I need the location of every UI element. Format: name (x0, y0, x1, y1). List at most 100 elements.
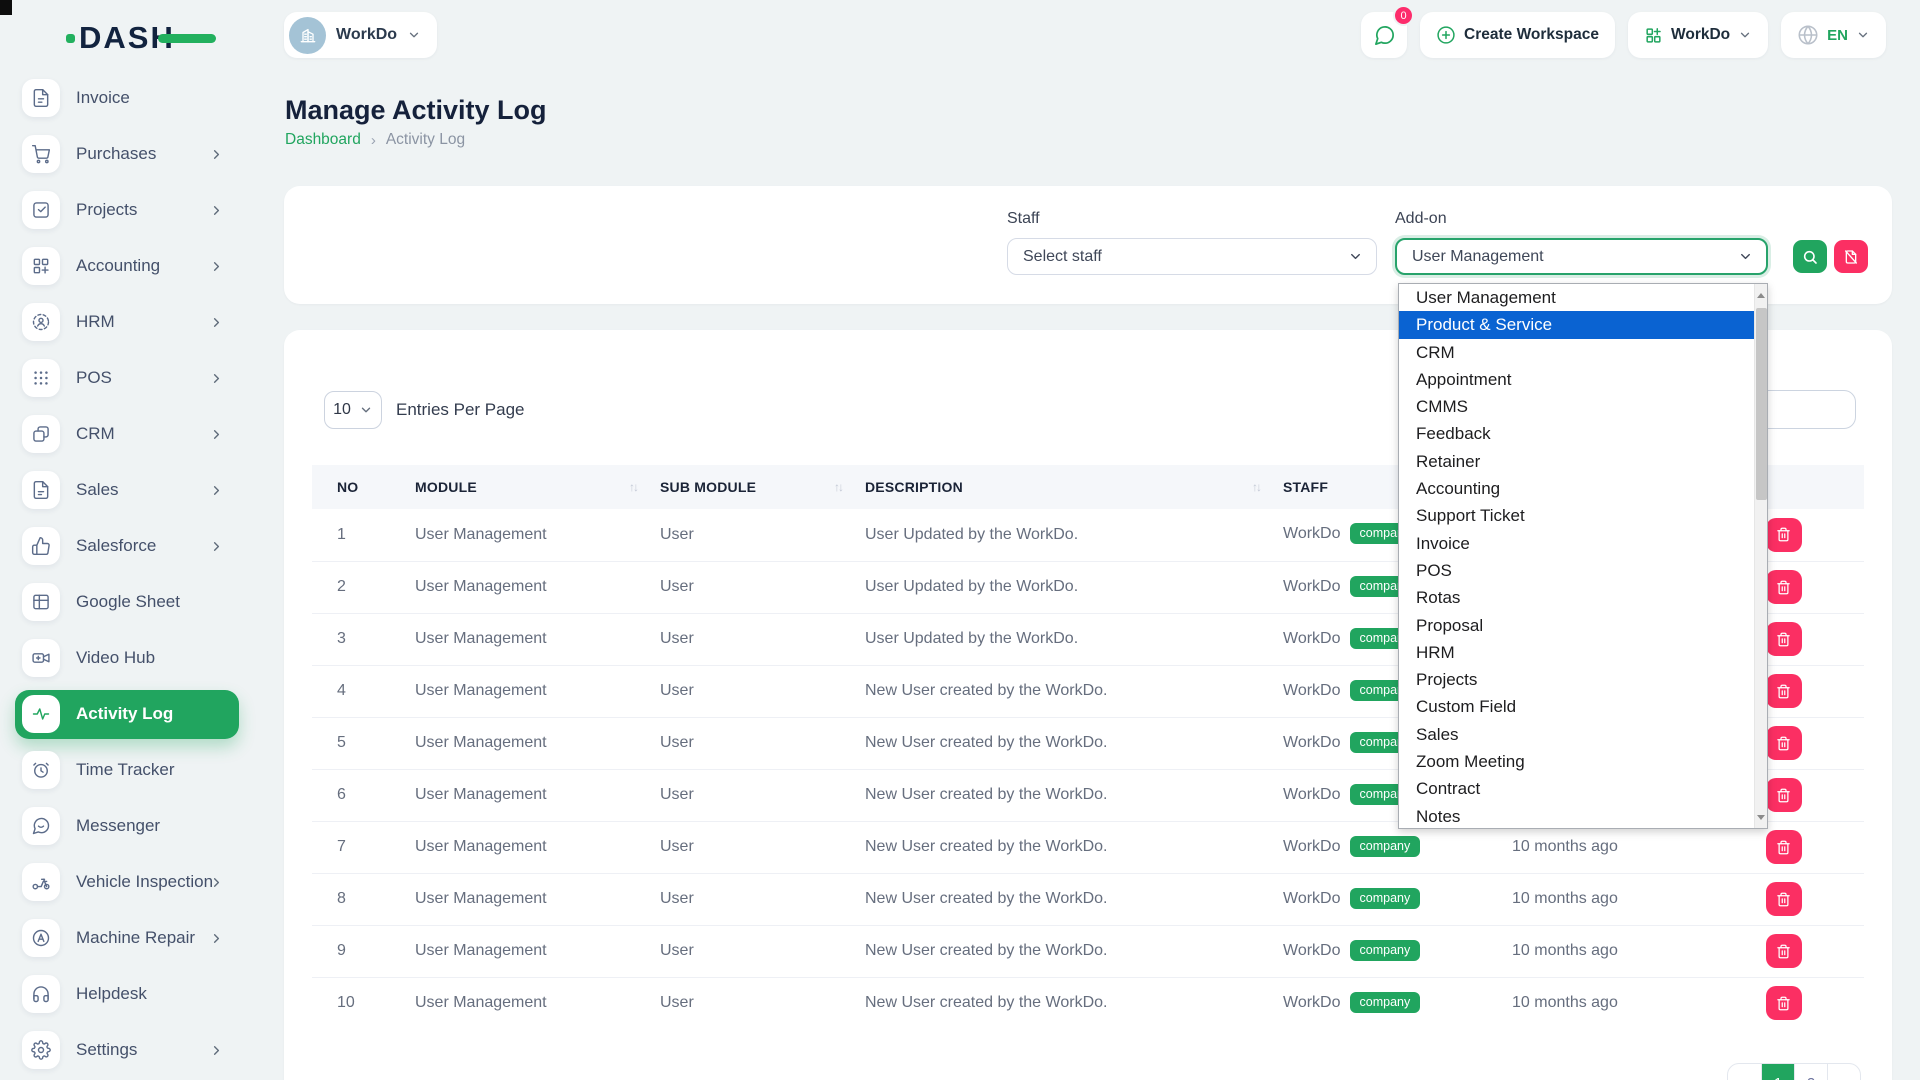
table-header-cell[interactable]: DESCRIPTION ↑↓ (862, 465, 1280, 509)
language-selector[interactable]: EN (1781, 12, 1886, 58)
sidebar-item[interactable]: Activity Log (0, 686, 240, 742)
trash-icon (1776, 996, 1791, 1011)
staff-select[interactable]: Select staff (1007, 238, 1377, 275)
sidebar-item[interactable]: Machine Repair (0, 910, 240, 966)
sort-icon[interactable]: ↑↓ (1252, 480, 1260, 494)
scroll-up-icon[interactable] (1755, 286, 1767, 304)
app-menu-button[interactable]: WorkDo (1628, 12, 1768, 58)
sidebar-item[interactable]: Projects (0, 182, 240, 238)
dropdown-option[interactable]: Product & Service (1399, 311, 1754, 338)
sidebar-item[interactable]: Sales (0, 462, 240, 518)
sidebar-item-label: POS (76, 368, 112, 388)
workspace-selector[interactable]: WorkDo (284, 12, 437, 58)
dropdown-option[interactable]: Notes (1399, 803, 1754, 830)
delete-button[interactable] (1766, 830, 1802, 864)
dropdown-option[interactable]: Sales (1399, 721, 1754, 748)
pagination-prev[interactable]: ← (1728, 1064, 1761, 1080)
reset-filter-button[interactable] (1834, 240, 1868, 273)
dropdown-option[interactable]: Feedback (1399, 420, 1754, 447)
table-header-cell[interactable]: SUB MODULE ↑↓ (657, 465, 862, 509)
sidebar-item-label: Sales (76, 480, 119, 500)
sidebar-item[interactable]: Helpdesk (0, 966, 240, 1022)
pagination-page-1[interactable]: 1 (1761, 1064, 1794, 1080)
dropdown-option[interactable]: Rotas (1399, 584, 1754, 611)
dropdown-option[interactable]: Support Ticket (1399, 502, 1754, 529)
chevron-down-icon (1738, 249, 1753, 264)
sidebar-item[interactable]: Time Tracker (0, 742, 240, 798)
delete-button[interactable] (1766, 674, 1802, 708)
dropdown-option[interactable]: Accounting (1399, 475, 1754, 502)
sidebar-item[interactable]: Google Sheet (0, 574, 240, 630)
delete-button[interactable] (1766, 986, 1802, 1020)
dropdown-option[interactable]: HRM (1399, 639, 1754, 666)
table-header-label: SUB MODULE (660, 479, 756, 495)
staff-name: WorkDo (1283, 890, 1341, 907)
sidebar-item[interactable]: POS (0, 350, 240, 406)
chevron-down-icon (1348, 249, 1363, 264)
dropdown-option[interactable]: Retainer (1399, 448, 1754, 475)
create-workspace-button[interactable]: Create Workspace (1420, 12, 1615, 58)
dropdown-option[interactable]: Zoom Meeting (1399, 748, 1754, 775)
crm-icon (22, 415, 60, 453)
trash-icon (1776, 944, 1791, 959)
dropdown-option[interactable]: CRM (1399, 339, 1754, 366)
addon-label: Add-on (1395, 210, 1447, 228)
sort-icon[interactable]: ↑↓ (629, 480, 637, 494)
breadcrumb-dashboard-link[interactable]: Dashboard (285, 131, 361, 149)
dropdown-option[interactable]: Invoice (1399, 530, 1754, 557)
chat-icon (1373, 24, 1396, 47)
sidebar-item[interactable]: HRM (0, 294, 240, 350)
dropdown-option[interactable]: Custom Field (1399, 693, 1754, 720)
accounting-icon (22, 247, 60, 285)
table-header-cell[interactable]: MODULE ↑↓ (412, 465, 657, 509)
search-icon (1802, 249, 1818, 265)
sort-icon[interactable]: ↑↓ (834, 480, 842, 494)
dropdown-option[interactable]: Projects (1399, 666, 1754, 693)
sidebar-item[interactable]: Settings (0, 1022, 240, 1078)
cell-staff: WorkDocompany (1280, 925, 1509, 977)
messages-button[interactable]: 0 (1361, 12, 1407, 58)
sidebar-item-label: Purchases (76, 144, 156, 164)
pagination-page-2[interactable]: 2 (1794, 1064, 1827, 1080)
dropdown-option[interactable]: Proposal (1399, 612, 1754, 639)
sidebar-item[interactable]: Accounting (0, 238, 240, 294)
sidebar-item[interactable]: Vehicle Inspection (0, 854, 240, 910)
table-header-label: STAFF (1283, 479, 1328, 495)
scrollbar-thumb[interactable] (1756, 308, 1767, 500)
delete-button[interactable] (1766, 726, 1802, 760)
addon-select-value: User Management (1412, 248, 1544, 266)
cell-description: New User created by the WorkDo. (862, 769, 1280, 821)
entries-per-page-value: 10 (333, 401, 351, 419)
sidebar-item[interactable]: CRM (0, 406, 240, 462)
sidebar-item[interactable]: Salesforce (0, 518, 240, 574)
sidebar-item[interactable]: Purchases (0, 126, 240, 182)
dropdown-scrollbar[interactable] (1754, 284, 1767, 828)
sidebar-item-label: Time Tracker (76, 760, 175, 780)
scroll-down-icon[interactable] (1755, 808, 1767, 826)
dropdown-option[interactable]: User Management (1399, 284, 1754, 311)
cell-action (1700, 873, 1864, 925)
dropdown-option[interactable]: Appointment (1399, 366, 1754, 393)
brand-logo[interactable]: DASH (66, 18, 216, 58)
sidebar-item[interactable]: Invoice (0, 70, 240, 126)
dropdown-option[interactable]: Contract (1399, 775, 1754, 802)
delete-button[interactable] (1766, 934, 1802, 968)
delete-button[interactable] (1766, 622, 1802, 656)
delete-button[interactable] (1766, 778, 1802, 812)
chevron-right-icon (209, 539, 224, 554)
delete-button[interactable] (1766, 882, 1802, 916)
delete-button[interactable] (1766, 570, 1802, 604)
cell-date: 10 months ago (1509, 873, 1700, 925)
addon-select[interactable]: User Management (1395, 238, 1768, 275)
table-header-cell[interactable]: NO ↑↓ (312, 465, 412, 509)
search-button[interactable] (1793, 240, 1827, 273)
cell-sub-module: User (657, 613, 862, 665)
entries-per-page-select[interactable]: 10 (324, 391, 382, 429)
delete-button[interactable] (1766, 518, 1802, 552)
dropdown-option[interactable]: CMMS (1399, 393, 1754, 420)
dropdown-option[interactable]: POS (1399, 557, 1754, 584)
settings-icon (22, 1031, 60, 1069)
sidebar-item[interactable]: Messenger (0, 798, 240, 854)
pagination-next[interactable]: → (1827, 1064, 1860, 1080)
sidebar-item[interactable]: Video Hub (0, 630, 240, 686)
